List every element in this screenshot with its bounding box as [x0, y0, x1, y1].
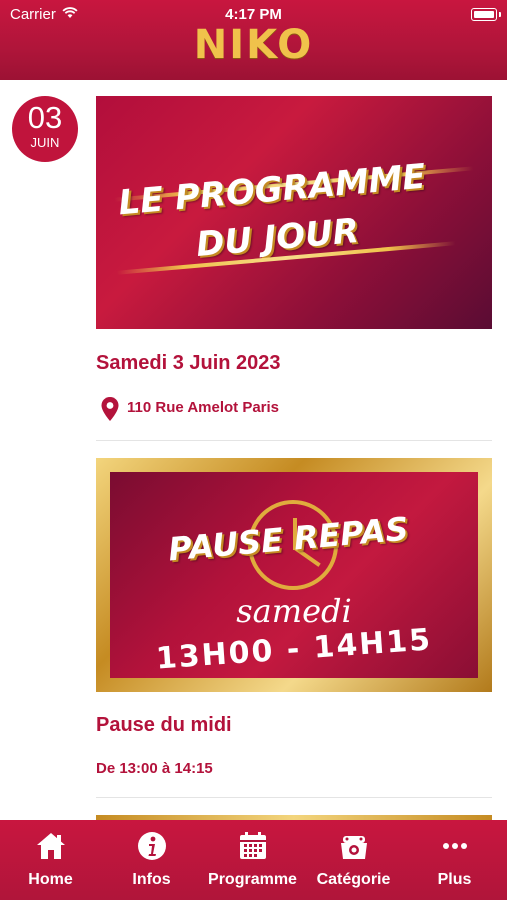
date-day: 03 — [27, 100, 63, 135]
tab-home[interactable]: Home — [0, 820, 101, 900]
event-title[interactable]: Pause du midi — [96, 714, 232, 737]
date-month: JUIN — [30, 135, 60, 150]
battery-icon — [471, 8, 497, 21]
info-icon — [137, 832, 166, 860]
tab-label: Infos — [132, 871, 171, 888]
clock-time: 4:17 PM — [225, 6, 282, 23]
more-icon — [442, 843, 467, 849]
tab-categorie[interactable]: Catégorie — [303, 820, 404, 900]
app-header: Carrier 4:17 PM NIKO — [0, 0, 507, 80]
banner-title-line1: LE PROGRAMME — [116, 156, 428, 224]
home-icon — [36, 833, 65, 859]
program-banner-image[interactable]: LE PROGRAMME DU JOUR — [96, 96, 492, 329]
date-badge: 03 JUIN — [12, 96, 78, 162]
divider — [96, 797, 492, 798]
category-icon — [340, 836, 367, 859]
tab-label: Plus — [437, 871, 472, 888]
tab-label: Programme — [208, 871, 297, 888]
tab-infos[interactable]: Infos — [101, 820, 202, 900]
program-list[interactable]: 03 JUIN LE PROGRAMME DU JOUR Samedi 3 Ju… — [0, 80, 507, 820]
tab-bar: Home Infos Programme Catégorie Plus — [0, 820, 507, 900]
event-title[interactable]: Samedi 3 Juin 2023 — [96, 352, 281, 375]
tab-programme[interactable]: Programme — [202, 820, 303, 900]
divider — [96, 440, 492, 441]
tab-plus[interactable]: Plus — [404, 820, 505, 900]
tab-label: Home — [28, 871, 73, 888]
location-pin-icon — [101, 397, 119, 421]
location-text: 110 Rue Amelot Paris — [127, 399, 280, 416]
app-logo: NIKO — [193, 22, 314, 68]
pause-banner-image[interactable]: PAUSE REPAS samedi 13H00 - 14H15 — [96, 458, 492, 692]
calendar-icon — [239, 832, 266, 859]
event-time-range: De 13:00 à 14:15 — [96, 760, 213, 777]
tab-label: Catégorie — [316, 871, 391, 888]
